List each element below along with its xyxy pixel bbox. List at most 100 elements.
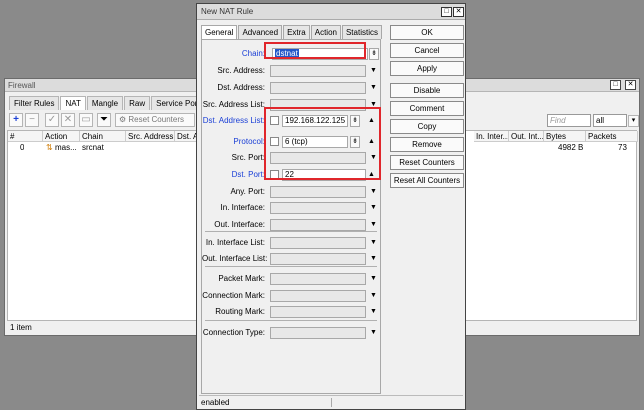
firewall-status: 1 item (10, 323, 32, 332)
close-icon[interactable]: ✕ (453, 7, 464, 17)
out-interface-label: Out. Interface: (214, 220, 265, 229)
row-action[interactable]: mas... (55, 143, 77, 153)
general-pane: Chain: dstnat ⇟ Src. Address: ▼ Dst. Add… (201, 39, 381, 394)
tab-nat[interactable]: NAT (60, 96, 86, 110)
col-number[interactable]: # (8, 131, 43, 142)
connection-type-dropdown-icon[interactable]: ▼ (370, 327, 377, 339)
connection-mark-field[interactable] (270, 290, 366, 302)
dst-address-label: Dst. Address: (217, 83, 265, 92)
maximize-icon[interactable]: □ (441, 7, 452, 17)
reset-counters-icon: ⚙ (119, 115, 127, 124)
any-port-field[interactable] (270, 186, 366, 198)
tab-mangle[interactable]: Mangle (86, 96, 124, 110)
status-text: enabled (201, 398, 230, 407)
status-divider (331, 398, 332, 407)
reset-counters-button[interactable]: Reset Counters (390, 155, 464, 170)
out-interface-list-dropdown-icon[interactable]: ▼ (370, 253, 377, 265)
out-interface-field[interactable] (270, 219, 366, 231)
col-src-address[interactable]: Src. Address (126, 131, 175, 142)
tab-extra[interactable]: Extra (283, 25, 310, 39)
comment-icon[interactable]: ▭ (79, 113, 93, 127)
maximize-icon[interactable]: □ (610, 80, 621, 90)
chain-label: Chain: (241, 49, 265, 58)
ok-button[interactable]: OK (390, 25, 464, 40)
dst-address-field[interactable] (270, 82, 366, 94)
remove-icon[interactable]: − (25, 113, 39, 127)
chain-dropdown-icon[interactable]: ⇟ (369, 48, 379, 60)
src-address-field[interactable] (270, 65, 366, 77)
filter-dropdown-icon[interactable]: ▾ (628, 115, 639, 127)
any-port-label: Any. Port: (230, 187, 265, 196)
connection-mark-label: Connection Mark: (202, 291, 265, 300)
in-interface-dropdown-icon[interactable]: ▼ (370, 202, 377, 214)
in-interface-list-dropdown-icon[interactable]: ▼ (370, 237, 377, 249)
out-interface-list-label: Out. Interface List: (202, 254, 268, 263)
separator (205, 266, 377, 267)
in-interface-label: In. Interface: (220, 203, 265, 212)
src-address-dropdown-icon[interactable]: ▼ (370, 65, 377, 77)
disable-button[interactable]: Disable (390, 83, 464, 98)
col-in-interface[interactable]: In. Inter... (474, 131, 509, 142)
copy-button[interactable]: Copy (390, 119, 464, 134)
src-address-label: Src. Address: (217, 66, 265, 75)
in-interface-field[interactable] (270, 202, 366, 214)
add-icon[interactable]: + (9, 113, 23, 127)
filter-icon[interactable]: ⏷ (97, 113, 111, 127)
enable-icon[interactable]: ✓ (45, 113, 59, 127)
separator (205, 320, 377, 321)
tab-statistics[interactable]: Statistics (341, 25, 382, 39)
dst-port-label: Dst. Port: (231, 170, 265, 179)
dialog-status-bar: enabled (199, 395, 463, 408)
masquerade-icon: ⇅ (46, 143, 53, 152)
search-input[interactable]: Find (547, 114, 591, 127)
col-chain[interactable]: Chain (80, 131, 126, 142)
in-interface-list-label: In. Interface List: (205, 238, 265, 247)
nat-rule-dialog: New NAT Rule □ ✕ General Advanced Extra … (196, 3, 466, 410)
chain-highlight-box (264, 42, 366, 59)
src-port-label: Src. Port: (231, 153, 265, 162)
close-icon[interactable]: ✕ (625, 80, 636, 90)
col-packets[interactable]: Packets (586, 131, 638, 142)
apply-button[interactable]: Apply (390, 61, 464, 76)
row-bytes[interactable]: 4982 B (558, 143, 583, 153)
dialog-title: New NAT Rule (197, 4, 465, 20)
reset-counters-button[interactable]: ⚙ Reset Counters (115, 113, 195, 127)
reset-all-counters-button[interactable]: Reset All Counters (390, 173, 464, 188)
packet-mark-field[interactable] (270, 273, 366, 285)
connection-mark-dropdown-icon[interactable]: ▼ (370, 290, 377, 302)
col-out-interface[interactable]: Out. Int... (509, 131, 544, 142)
packet-mark-dropdown-icon[interactable]: ▼ (370, 273, 377, 285)
tab-filter-rules[interactable]: Filter Rules (9, 96, 60, 110)
remove-button[interactable]: Remove (390, 137, 464, 152)
cancel-button[interactable]: Cancel (390, 43, 464, 58)
row-chain[interactable]: srcnat (82, 143, 104, 153)
dst-address-list-label: Dst. Address List: (202, 116, 265, 125)
match-highlight-box (264, 107, 381, 180)
dst-address-dropdown-icon[interactable]: ▼ (370, 82, 377, 94)
any-port-dropdown-icon[interactable]: ▼ (370, 186, 377, 198)
firewall-tabs: Filter Rules NAT Mangle Raw Service Port… (9, 96, 210, 110)
packet-mark-label: Packet Mark: (218, 274, 265, 283)
comment-button[interactable]: Comment (390, 101, 464, 116)
out-interface-list-field[interactable] (270, 253, 366, 265)
dialog-tabs: General Advanced Extra Action Statistics (201, 25, 383, 39)
src-address-list-label: Src. Address List: (202, 100, 265, 109)
tab-advanced[interactable]: Advanced (238, 25, 283, 39)
routing-mark-field[interactable] (270, 306, 366, 318)
out-interface-dropdown-icon[interactable]: ▼ (370, 219, 377, 231)
routing-mark-label: Routing Mark: (215, 307, 265, 316)
tab-action[interactable]: Action (310, 25, 341, 39)
disable-icon[interactable]: ✕ (61, 113, 75, 127)
tab-raw[interactable]: Raw (124, 96, 151, 110)
routing-mark-dropdown-icon[interactable]: ▼ (370, 306, 377, 318)
in-interface-list-field[interactable] (270, 237, 366, 249)
col-bytes[interactable]: Bytes (544, 131, 586, 142)
row-number[interactable]: 0 (20, 143, 24, 153)
col-action[interactable]: Action (43, 131, 80, 142)
row-packets[interactable]: 73 (618, 143, 627, 153)
filter-select[interactable]: all (593, 114, 627, 127)
connection-type-label: Connection Type: (202, 328, 265, 337)
tab-general[interactable]: General (201, 25, 238, 39)
connection-type-field[interactable] (270, 327, 366, 339)
protocol-label: Protocol: (233, 137, 265, 146)
